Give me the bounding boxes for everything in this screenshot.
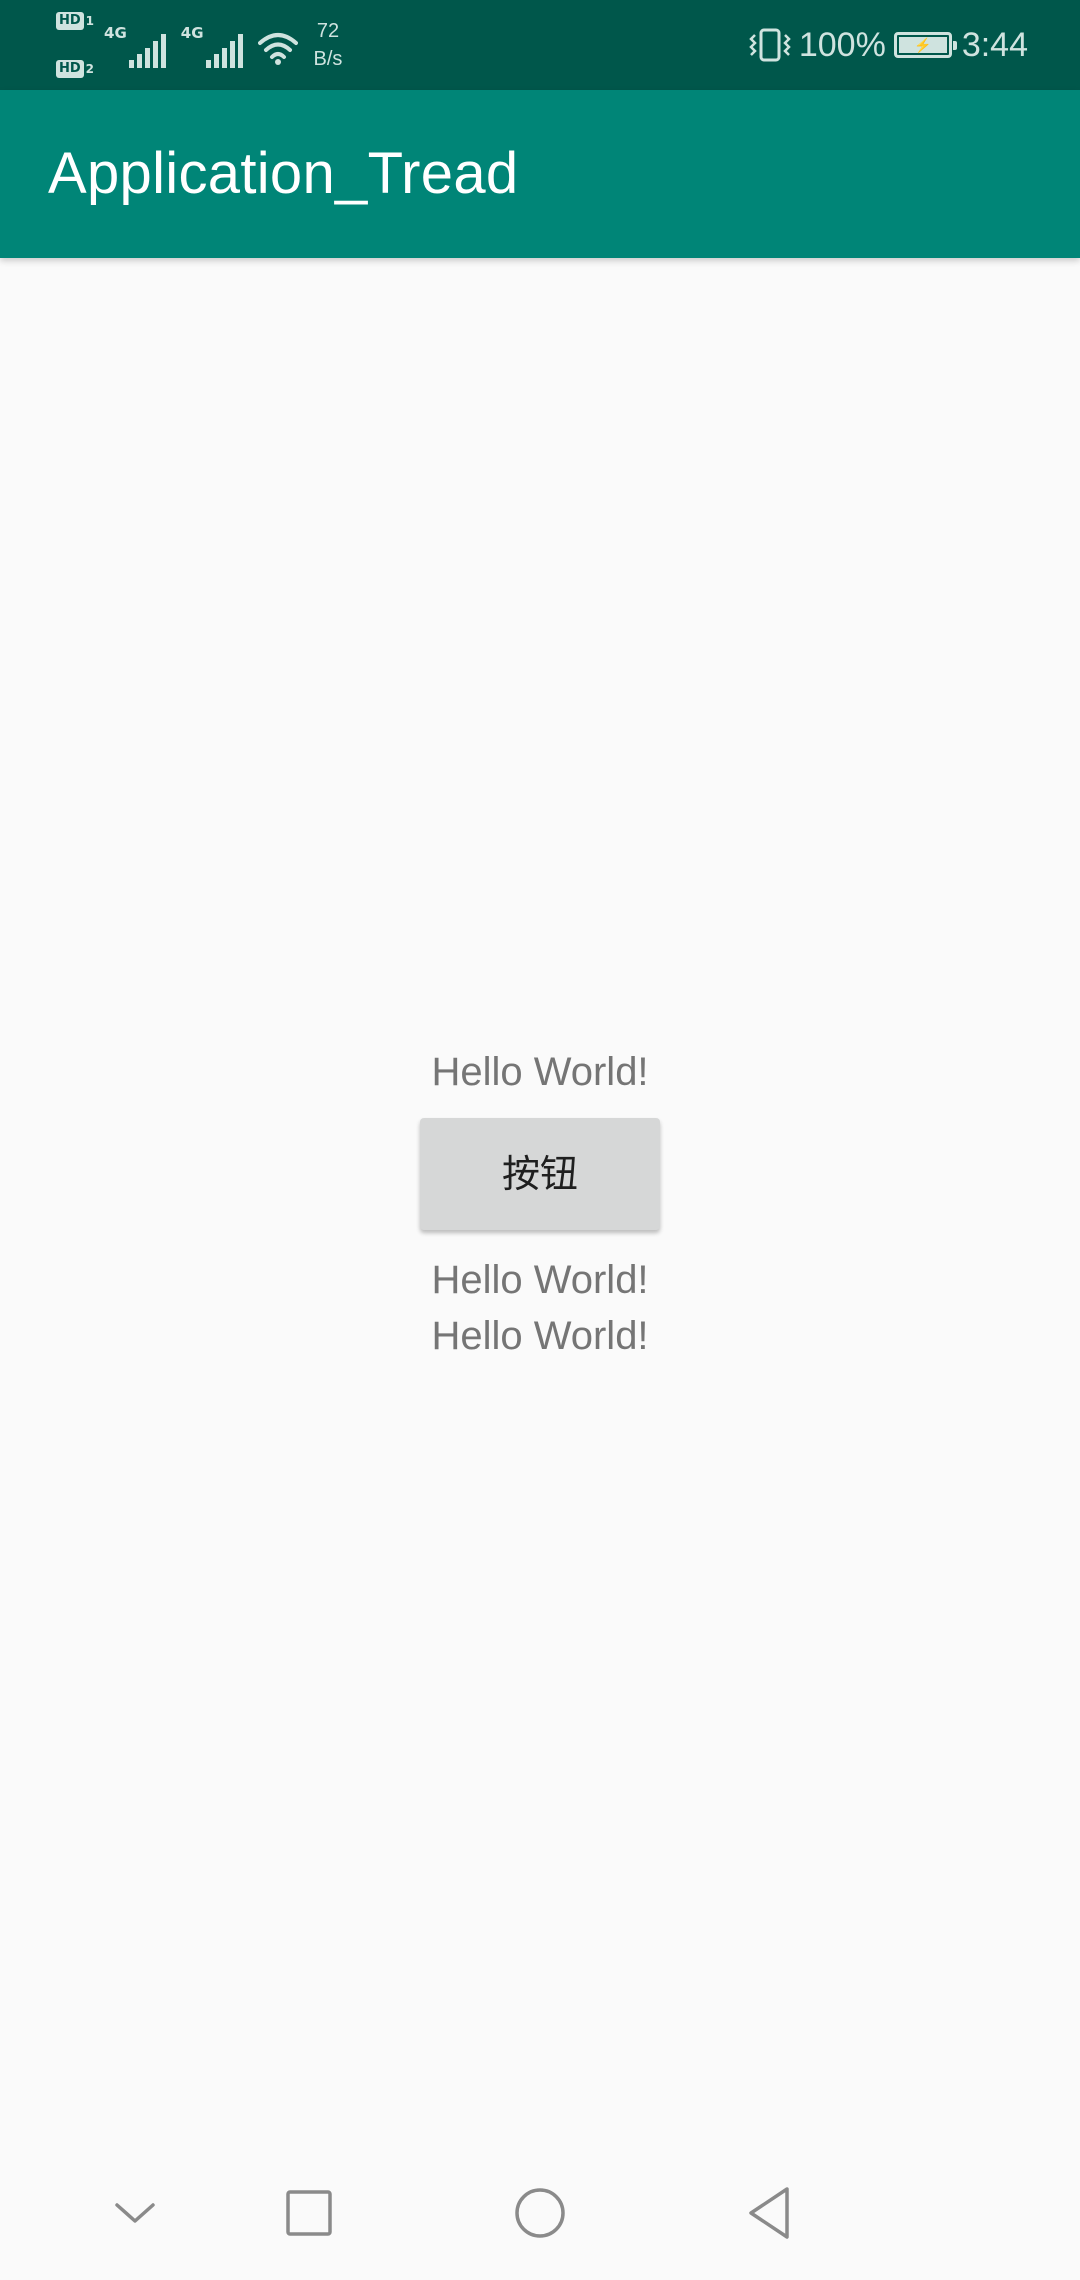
home-icon xyxy=(515,2188,565,2238)
status-bar-left: HD 1 HD 2 4G 4G 72 B/s xyxy=(56,12,342,78)
main-content: Hello World! 按钮 Hello World! Hello World… xyxy=(0,258,1080,2146)
network-type-2: 4G xyxy=(180,24,204,42)
battery-icon: ⚡ xyxy=(893,32,957,58)
network-type-1: 4G xyxy=(104,24,127,42)
charging-icon: ⚡ xyxy=(914,37,932,53)
main-button[interactable]: 按钮 xyxy=(420,1118,660,1230)
hd-indicators: HD 1 HD 2 xyxy=(56,12,94,78)
navigation-bar xyxy=(0,2146,1080,2280)
hello-text-2: Hello World! xyxy=(431,1258,649,1302)
chevron-down-icon xyxy=(115,2203,155,2223)
nav-home-button[interactable] xyxy=(480,2146,600,2280)
status-bar-right: 100% ⚡ 3:44 xyxy=(747,0,1028,90)
clock: 3:44 xyxy=(961,25,1028,64)
network-speed: 72 B/s xyxy=(314,17,343,73)
hello-text-3: Hello World! xyxy=(431,1314,649,1358)
sim-index: 1 xyxy=(85,14,95,28)
hd-badge-sim2: HD 2 xyxy=(56,60,94,78)
nav-recent-apps-button[interactable] xyxy=(249,2146,369,2280)
hd-label: HD xyxy=(56,12,84,30)
hello-text-1: Hello World! xyxy=(431,1050,649,1094)
screen: HD 1 HD 2 4G 4G 72 B/s 100% ⚡ 3:44 Appli… xyxy=(0,0,1080,2280)
battery-percent: 100% xyxy=(798,25,886,64)
hd-label: HD xyxy=(56,60,84,78)
sim-index: 2 xyxy=(85,62,95,76)
network-speed-value: 72 xyxy=(316,20,340,42)
network-speed-unit: B/s xyxy=(313,48,343,70)
app-bar: Application_Tread xyxy=(0,90,1080,258)
vibrate-icon xyxy=(749,28,791,62)
signal-icon xyxy=(205,32,246,68)
status-bar: HD 1 HD 2 4G 4G 72 B/s 100% ⚡ 3:44 xyxy=(0,0,1080,90)
recent-apps-icon xyxy=(286,2190,332,2236)
wifi-icon xyxy=(257,33,298,65)
back-icon xyxy=(749,2187,789,2239)
signal-icon xyxy=(128,32,169,68)
nav-back-button[interactable] xyxy=(709,2146,829,2280)
nav-hide-button[interactable] xyxy=(75,2146,195,2280)
app-title: Application_Tread xyxy=(48,141,519,206)
hd-badge-sim1: HD 1 xyxy=(56,12,94,30)
